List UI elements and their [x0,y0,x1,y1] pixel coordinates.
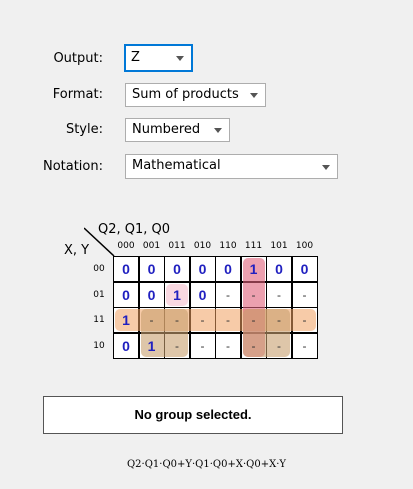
kmap-cell[interactable]: 0 [113,332,139,359]
kmap-cell-value: - [226,313,230,327]
kmap-cell[interactable]: - [266,332,292,359]
kmap-cell-value: 0 [198,261,207,277]
kmap-row-header: 10 [93,340,105,351]
kmap-cell-value: - [226,287,230,302]
chevron-down-icon [214,128,222,133]
output-label: Output: [53,51,103,66]
kmap-cell[interactable]: 1 [138,332,165,359]
kmap-column-header: 101 [270,241,288,251]
group-status-box: No group selected. [43,396,343,434]
kmap-cell[interactable]: 1 [164,281,190,308]
kmap-cell[interactable]: - [189,332,216,359]
kmap-cell-value: 0 [224,261,232,277]
kmap-cell-value: 1 [249,261,258,277]
kmap-cell[interactable]: 0 [164,256,190,282]
kmap-cell[interactable]: - [266,307,292,333]
kmap-cell[interactable]: - [138,307,165,333]
kmap-cell[interactable]: 0 [113,281,139,308]
kmap-cell[interactable]: - [240,332,267,359]
kmap-cell[interactable]: 0 [266,256,292,282]
output-select[interactable]: Z [124,44,193,72]
boolean-expression: Q2·Q1·Q0+Y·Q1·Q0+X·Q0+X·Y [126,459,286,470]
kmap-cell[interactable]: 0 [138,256,165,282]
kmap-cell[interactable]: 0 [113,256,139,282]
output-select-value: Z [131,50,140,65]
kmap-column-header: 100 [295,241,314,251]
kmap-cell-value: 0 [122,261,130,277]
kmap-cell-value: - [277,287,281,302]
kmap-cell[interactable]: - [164,332,190,359]
kmap-cell[interactable]: - [291,281,318,308]
kmap-cell-value: 0 [122,337,130,354]
kmap-cell-value: 0 [147,261,156,277]
kmap-cell[interactable]: - [189,307,216,333]
kmap-grid: 000001000010----1-------01------ [113,256,318,359]
kmap-cell-value: 0 [198,286,207,303]
kmap-cell-value: - [226,338,230,353]
kmap-cell[interactable]: 0 [189,281,216,308]
group-status-text: No group selected. [134,407,252,422]
kmap-cell-value: 1 [147,337,156,354]
kmap-column-header: 011 [168,241,186,251]
chevron-down-icon [176,56,184,61]
format-label: Format: [52,87,103,102]
kmap-column-variables: Q2, Q1, Q0 [98,222,171,237]
style-label: Style: [65,122,103,137]
kmap-cell-value: - [302,287,307,302]
chevron-down-icon [250,93,258,98]
kmap-cell-value: - [175,338,179,353]
format-select[interactable]: Sum of products [125,83,266,107]
kmap-cell[interactable]: - [291,307,318,333]
kmap-cell[interactable]: 1 [113,307,139,333]
kmap-cell[interactable]: - [215,332,241,359]
kmap-cell[interactable]: - [215,307,241,333]
kmap-cell[interactable]: - [266,281,292,308]
kmap-cell-value: - [251,313,256,327]
kmap-row-header: 01 [93,289,105,300]
kmap-cell[interactable]: - [164,307,190,333]
kmap-cell-value: 0 [300,261,309,277]
kmap-row-header: 00 [93,264,105,274]
kmap-cell[interactable]: 0 [138,281,165,308]
kmap-cell[interactable]: - [240,281,267,308]
kmap-column-header: 110 [219,241,237,251]
kmap-cell-value: - [277,338,281,353]
kmap-cell-value: 0 [147,286,156,303]
kmap-cell-value: - [251,338,256,353]
kmap-column-header: 111 [244,241,263,251]
kmap-cell[interactable]: 1 [240,256,267,282]
kmap-cell-value: 0 [122,286,130,303]
kmap-cell-value: 1 [122,312,130,328]
chevron-down-icon [322,164,330,170]
kmap-cell[interactable]: - [240,307,267,333]
kmap-cell-value: - [200,313,205,327]
kmap-cell-value: 0 [275,261,283,277]
kmap-cell-value: - [200,338,205,353]
kmap-cell[interactable]: 0 [215,256,241,282]
format-select-value: Sum of products [132,87,239,102]
kmap-cell[interactable]: 0 [291,256,318,282]
kmap-column-header: 010 [193,241,212,251]
kmap-row-header: 11 [93,315,105,325]
kmap-cell-value: - [302,313,307,327]
kmap-cell[interactable]: 0 [189,256,216,282]
kmap-cell-value: - [302,338,307,353]
kmap-cell-value: - [149,313,154,327]
kmap-cell-value: 1 [173,286,181,303]
kmap-cell-value: 0 [173,261,181,277]
kmap-row-variables: X, Y [64,243,90,258]
style-select-value: Numbered [132,122,201,137]
notation-label: Notation: [42,159,103,174]
kmap-cell[interactable]: - [291,332,318,359]
kmap-cell[interactable]: - [215,281,241,308]
kmap-column-header: 001 [142,241,161,251]
notation-select[interactable]: Mathematical [125,154,338,179]
kmap-cell-value: - [251,287,256,302]
kmap-cell-value: - [277,313,281,327]
notation-select-value: Mathematical [132,158,221,173]
kmap-column-header: 000 [117,241,135,251]
style-select[interactable]: Numbered [125,118,230,142]
kmap-cell-value: - [175,313,179,327]
